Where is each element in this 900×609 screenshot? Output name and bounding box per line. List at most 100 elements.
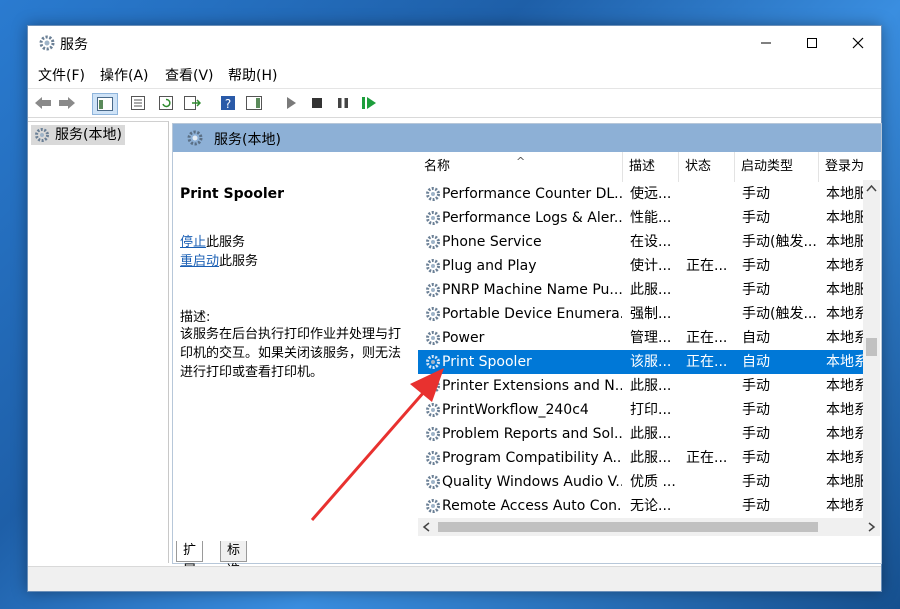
scroll-left-icon[interactable] [420, 518, 434, 536]
menu-bar: 文件(F) 操作(A) 查看(V) 帮助(H) [28, 60, 881, 86]
menu-action[interactable]: 操作(A) [100, 65, 149, 85]
cell-status: 正在... [686, 330, 728, 346]
service-row[interactable]: Quality Windows Audio V... 优质 ... 手动 本地服 [418, 470, 868, 494]
column-header-status[interactable]: 状态 [679, 152, 735, 182]
service-row[interactable]: Remote Access Auto Con... 无论... 手动 本地系 [418, 494, 868, 518]
pause-icon [338, 98, 348, 108]
vertical-scrollbar[interactable] [863, 180, 880, 536]
back-button[interactable] [33, 93, 53, 113]
restart-service-link[interactable]: 重启动 [180, 254, 219, 269]
menu-view[interactable]: 查看(V) [165, 65, 214, 85]
panel-header: 服务(本地) [173, 124, 881, 152]
service-row[interactable]: Performance Logs & Aler... 性能... 手动 本地服 [418, 206, 868, 230]
column-header-name[interactable]: 名称 ^ [418, 152, 623, 182]
cell-logon: 本地系 [826, 330, 868, 346]
column-header-log-on-as[interactable]: 登录为 [819, 152, 869, 182]
service-row[interactable]: Plug and Play 使计... 正在... 手动 本地系 [418, 254, 868, 278]
cell-startup: 手动 [742, 210, 770, 226]
services-gear-icon [35, 128, 49, 142]
refresh-button[interactable] [156, 93, 176, 113]
restart-service-button[interactable] [359, 93, 379, 113]
menu-file[interactable]: 文件(F) [38, 65, 85, 85]
service-row[interactable]: Problem Reports and Sol... 此服... 手动 本地系 [418, 422, 868, 446]
service-row[interactable]: PNRP Machine Name Pu... 此服... 手动 本地服 [418, 278, 868, 302]
cell-startup: 手动 [742, 426, 770, 442]
restart-icon [362, 97, 376, 109]
service-row[interactable]: Printer Extensions and N... 此服... 手动 本地系 [418, 374, 868, 398]
service-row[interactable]: PrintWorkflow_240c4 打印... 手动 本地系 [418, 398, 868, 422]
status-bar [28, 566, 881, 591]
tab-extended[interactable]: 扩展 [176, 541, 204, 578]
start-service-button[interactable] [281, 93, 301, 113]
menu-help[interactable]: 帮助(H) [228, 65, 277, 85]
svg-text:?: ? [225, 97, 231, 111]
cell-name: Print Spooler [442, 354, 532, 370]
cell-startup: 手动 [742, 186, 770, 202]
description-label: 描述: [180, 310, 211, 325]
service-row[interactable]: Print Spooler 该服... 正在... 自动 本地系 [418, 350, 868, 374]
vertical-scroll-thumb[interactable] [866, 338, 877, 356]
cell-startup: 手动(触发... [742, 234, 817, 250]
cell-logon: 本地系 [826, 378, 868, 394]
stop-service-line: 停止此服务 [180, 231, 245, 250]
forward-button[interactable] [57, 93, 77, 113]
cell-logon: 本地服 [826, 186, 868, 202]
cell-desc: 管理... [630, 330, 672, 346]
export-list-button[interactable] [182, 93, 202, 113]
service-row[interactable]: Phone Service 在设... 手动(触发... 本地服 [418, 230, 868, 254]
cell-name: Power [442, 330, 485, 346]
refresh-icon [159, 96, 173, 110]
tab-standard[interactable]: 标准 [220, 541, 248, 578]
show-action-pane-button[interactable] [244, 93, 264, 113]
service-row[interactable]: Power 管理... 正在... 自动 本地系 [418, 326, 868, 350]
pause-service-button[interactable] [333, 93, 353, 113]
cell-startup: 手动 [742, 402, 770, 418]
column-header-description[interactable]: 描述 [623, 152, 679, 182]
horizontal-scrollbar[interactable] [418, 518, 880, 536]
cell-startup: 手动 [742, 258, 770, 274]
title-bar: 服务 [28, 26, 881, 60]
cell-logon: 本地系 [826, 258, 868, 274]
tree-item-services-local[interactable]: 服务(本地) [31, 125, 125, 145]
column-header-label: 状态 [685, 159, 712, 174]
selected-service-title: Print Spooler [180, 186, 285, 202]
toolbar: ? [28, 88, 881, 118]
stop-service-link[interactable]: 停止 [180, 235, 206, 250]
column-header-label: 登录为 [825, 159, 865, 174]
properties-icon [131, 96, 145, 110]
minimize-button[interactable] [743, 26, 789, 60]
show-hide-console-tree-button[interactable] [92, 93, 118, 115]
help-icon: ? [221, 96, 235, 111]
properties-button[interactable] [128, 93, 148, 113]
cell-desc: 打印... [630, 402, 672, 418]
cell-logon: 本地系 [826, 306, 868, 322]
scroll-right-icon[interactable] [864, 518, 878, 536]
restart-service-suffix: 此服务 [219, 254, 259, 269]
column-header-label: 描述 [629, 159, 656, 174]
horizontal-scroll-thumb[interactable] [438, 522, 818, 532]
column-header-startup-type[interactable]: 启动类型 [735, 152, 819, 182]
maximize-button[interactable] [789, 26, 835, 60]
cell-startup: 手动(触发... [742, 306, 817, 322]
cell-desc: 此服... [630, 426, 672, 442]
service-row[interactable]: Program Compatibility A... 此服... 正在... 手动 本地… [418, 446, 868, 470]
service-gear-icon [426, 355, 440, 369]
help-button[interactable]: ? [218, 93, 238, 113]
stop-service-button[interactable] [307, 93, 327, 113]
console-tree-icon [97, 97, 113, 111]
service-row[interactable]: Portable Device Enumera... 强制... 手动(触发... 本… [418, 302, 868, 326]
close-button[interactable] [835, 26, 881, 60]
cell-desc: 使远... [630, 186, 672, 202]
play-icon [287, 97, 296, 109]
cell-desc: 该服... [630, 354, 672, 370]
cell-startup: 手动 [742, 282, 770, 298]
cell-status: 正在... [686, 354, 728, 370]
service-row[interactable]: Performance Counter DL... 使远... 手动 本地服 [418, 182, 868, 206]
cell-logon: 本地服 [826, 210, 868, 226]
stop-icon [312, 98, 322, 108]
stop-service-suffix: 此服务 [206, 235, 246, 250]
services-window: 服务 文件(F) 操作(A) 查看(V) 帮助(H) ? 服务(本地) 服务(本… [27, 25, 882, 592]
service-gear-icon [426, 379, 440, 393]
scroll-up-icon[interactable] [863, 182, 880, 196]
cell-name: Performance Logs & Aler... [442, 210, 622, 226]
